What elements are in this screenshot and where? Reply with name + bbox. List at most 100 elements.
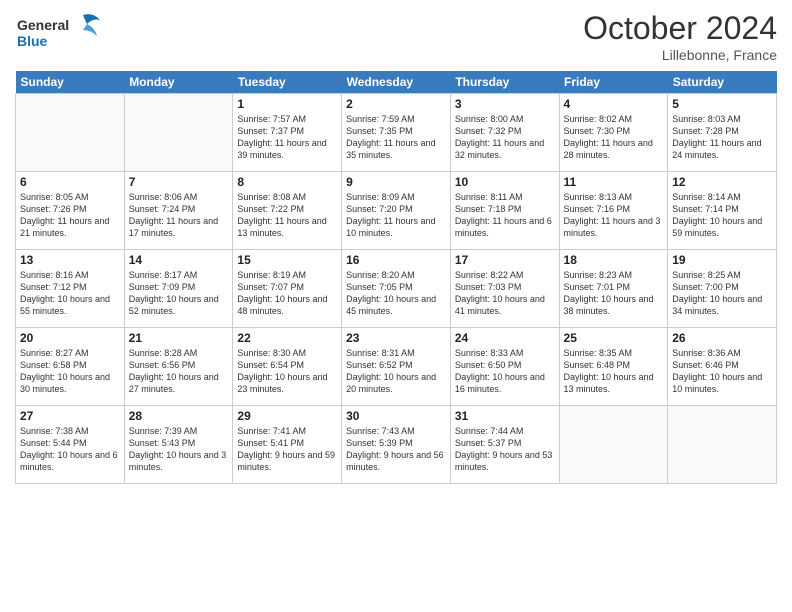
day-info: Sunrise: 7:38 AM Sunset: 5:44 PM Dayligh… [20, 425, 120, 474]
day-info: Sunrise: 8:16 AM Sunset: 7:12 PM Dayligh… [20, 269, 120, 318]
day-cell: 15Sunrise: 8:19 AM Sunset: 7:07 PM Dayli… [233, 250, 342, 328]
day-number: 6 [20, 175, 120, 189]
day-number: 27 [20, 409, 120, 423]
day-cell: 18Sunrise: 8:23 AM Sunset: 7:01 PM Dayli… [559, 250, 668, 328]
day-info: Sunrise: 8:06 AM Sunset: 7:24 PM Dayligh… [129, 191, 229, 240]
logo: General Blue [15, 10, 105, 60]
day-cell: 5Sunrise: 8:03 AM Sunset: 7:28 PM Daylig… [668, 94, 777, 172]
day-info: Sunrise: 8:00 AM Sunset: 7:32 PM Dayligh… [455, 113, 555, 162]
day-cell: 16Sunrise: 8:20 AM Sunset: 7:05 PM Dayli… [342, 250, 451, 328]
day-info: Sunrise: 8:35 AM Sunset: 6:48 PM Dayligh… [564, 347, 664, 396]
day-cell: 25 Sunrise: 8:35 AM Sunset: 6:48 PM Dayli… [559, 328, 668, 406]
day-info: Sunrise: 8:25 AM Sunset: 7:00 PM Dayligh… [672, 269, 772, 318]
day-cell: 21Sunrise: 8:28 AM Sunset: 6:56 PM Dayli… [124, 328, 233, 406]
day-number: 21 [129, 331, 229, 345]
day-cell: 17Sunrise: 8:22 AM Sunset: 7:03 PM Dayli… [450, 250, 559, 328]
day-number: 3 [455, 97, 555, 111]
day-cell: 20Sunrise: 8:27 AM Sunset: 6:58 PM Dayli… [16, 328, 125, 406]
col-saturday: Saturday [668, 71, 777, 94]
day-cell [124, 94, 233, 172]
day-cell: 27 Sunrise: 7:38 AM Sunset: 5:44 PM Dayli… [16, 406, 125, 484]
day-cell: 9 Sunrise: 8:09 AM Sunset: 7:20 PM Daylig… [342, 172, 451, 250]
day-cell: 19 Sunrise: 8:25 AM Sunset: 7:00 PM Dayli… [668, 250, 777, 328]
month-title: October 2024 [583, 10, 777, 47]
day-info: Sunrise: 8:08 AM Sunset: 7:22 PM Dayligh… [237, 191, 337, 240]
day-number: 10 [455, 175, 555, 189]
day-cell: 11 Sunrise: 8:13 AM Sunset: 7:16 PM Dayli… [559, 172, 668, 250]
day-cell [16, 94, 125, 172]
day-info: Sunrise: 7:43 AM Sunset: 5:39 PM Dayligh… [346, 425, 446, 474]
day-number: 12 [672, 175, 772, 189]
day-number: 8 [237, 175, 337, 189]
day-number: 14 [129, 253, 229, 267]
day-cell: 29 Sunrise: 7:41 AM Sunset: 5:41 PM Dayli… [233, 406, 342, 484]
col-thursday: Thursday [450, 71, 559, 94]
day-info: Sunrise: 8:36 AM Sunset: 6:46 PM Dayligh… [672, 347, 772, 396]
day-number: 22 [237, 331, 337, 345]
svg-text:General: General [17, 17, 69, 33]
day-number: 23 [346, 331, 446, 345]
day-cell: 30 Sunrise: 7:43 AM Sunset: 5:39 PM Dayli… [342, 406, 451, 484]
day-cell: 4 Sunrise: 8:02 AM Sunset: 7:30 PM Daylig… [559, 94, 668, 172]
day-number: 19 [672, 253, 772, 267]
day-cell: 13 Sunrise: 8:16 AM Sunset: 7:12 PM Dayli… [16, 250, 125, 328]
day-info: Sunrise: 8:22 AM Sunset: 7:03 PM Dayligh… [455, 269, 555, 318]
day-cell [668, 406, 777, 484]
day-info: Sunrise: 8:19 AM Sunset: 7:07 PM Dayligh… [237, 269, 337, 318]
day-number: 25 [564, 331, 664, 345]
day-cell: 12Sunrise: 8:14 AM Sunset: 7:14 PM Dayli… [668, 172, 777, 250]
header: General Blue October 2024 Lillebonne, Fr… [15, 10, 777, 63]
day-info: Sunrise: 8:30 AM Sunset: 6:54 PM Dayligh… [237, 347, 337, 396]
day-number: 13 [20, 253, 120, 267]
day-info: Sunrise: 7:44 AM Sunset: 5:37 PM Dayligh… [455, 425, 555, 474]
day-cell: 10 Sunrise: 8:11 AM Sunset: 7:18 PM Dayli… [450, 172, 559, 250]
day-cell: 2 Sunrise: 7:59 AM Sunset: 7:35 PM Daylig… [342, 94, 451, 172]
week-row-2: 6 Sunrise: 8:05 AM Sunset: 7:26 PM Daylig… [16, 172, 777, 250]
day-info: Sunrise: 8:17 AM Sunset: 7:09 PM Dayligh… [129, 269, 229, 318]
day-number: 7 [129, 175, 229, 189]
day-cell: 24Sunrise: 8:33 AM Sunset: 6:50 PM Dayli… [450, 328, 559, 406]
day-number: 4 [564, 97, 664, 111]
day-info: Sunrise: 7:39 AM Sunset: 5:43 PM Dayligh… [129, 425, 229, 474]
col-wednesday: Wednesday [342, 71, 451, 94]
day-cell [559, 406, 668, 484]
day-number: 11 [564, 175, 664, 189]
day-cell: 28 Sunrise: 7:39 AM Sunset: 5:43 PM Dayli… [124, 406, 233, 484]
day-number: 9 [346, 175, 446, 189]
day-info: Sunrise: 8:11 AM Sunset: 7:18 PM Dayligh… [455, 191, 555, 240]
day-cell: 6 Sunrise: 8:05 AM Sunset: 7:26 PM Daylig… [16, 172, 125, 250]
calendar-table: Sunday Monday Tuesday Wednesday Thursday… [15, 71, 777, 484]
day-cell: 26Sunrise: 8:36 AM Sunset: 6:46 PM Dayli… [668, 328, 777, 406]
day-number: 18 [564, 253, 664, 267]
col-sunday: Sunday [16, 71, 125, 94]
day-info: Sunrise: 7:41 AM Sunset: 5:41 PM Dayligh… [237, 425, 337, 474]
title-block: October 2024 Lillebonne, France [583, 10, 777, 63]
logo-block: General Blue [15, 10, 105, 60]
day-info: Sunrise: 7:59 AM Sunset: 7:35 PM Dayligh… [346, 113, 446, 162]
day-number: 31 [455, 409, 555, 423]
day-cell: 8 Sunrise: 8:08 AM Sunset: 7:22 PM Daylig… [233, 172, 342, 250]
page: General Blue October 2024 Lillebonne, Fr… [0, 0, 792, 612]
day-cell: 23Sunrise: 8:31 AM Sunset: 6:52 PM Dayli… [342, 328, 451, 406]
day-info: Sunrise: 8:27 AM Sunset: 6:58 PM Dayligh… [20, 347, 120, 396]
day-number: 2 [346, 97, 446, 111]
day-info: Sunrise: 8:13 AM Sunset: 7:16 PM Dayligh… [564, 191, 664, 240]
col-friday: Friday [559, 71, 668, 94]
day-number: 29 [237, 409, 337, 423]
day-info: Sunrise: 8:05 AM Sunset: 7:26 PM Dayligh… [20, 191, 120, 240]
day-number: 16 [346, 253, 446, 267]
day-cell: 22 Sunrise: 8:30 AM Sunset: 6:54 PM Dayli… [233, 328, 342, 406]
day-info: Sunrise: 8:09 AM Sunset: 7:20 PM Dayligh… [346, 191, 446, 240]
week-row-3: 13 Sunrise: 8:16 AM Sunset: 7:12 PM Dayli… [16, 250, 777, 328]
day-number: 28 [129, 409, 229, 423]
day-info: Sunrise: 8:03 AM Sunset: 7:28 PM Dayligh… [672, 113, 772, 162]
col-tuesday: Tuesday [233, 71, 342, 94]
day-info: Sunrise: 8:02 AM Sunset: 7:30 PM Dayligh… [564, 113, 664, 162]
logo-svg: General Blue [15, 10, 105, 55]
week-row-4: 20Sunrise: 8:27 AM Sunset: 6:58 PM Dayli… [16, 328, 777, 406]
week-row-5: 27 Sunrise: 7:38 AM Sunset: 5:44 PM Dayli… [16, 406, 777, 484]
week-row-1: 1Sunrise: 7:57 AM Sunset: 7:37 PM Daylig… [16, 94, 777, 172]
day-number: 24 [455, 331, 555, 345]
day-cell: 3 Sunrise: 8:00 AM Sunset: 7:32 PM Daylig… [450, 94, 559, 172]
day-number: 30 [346, 409, 446, 423]
